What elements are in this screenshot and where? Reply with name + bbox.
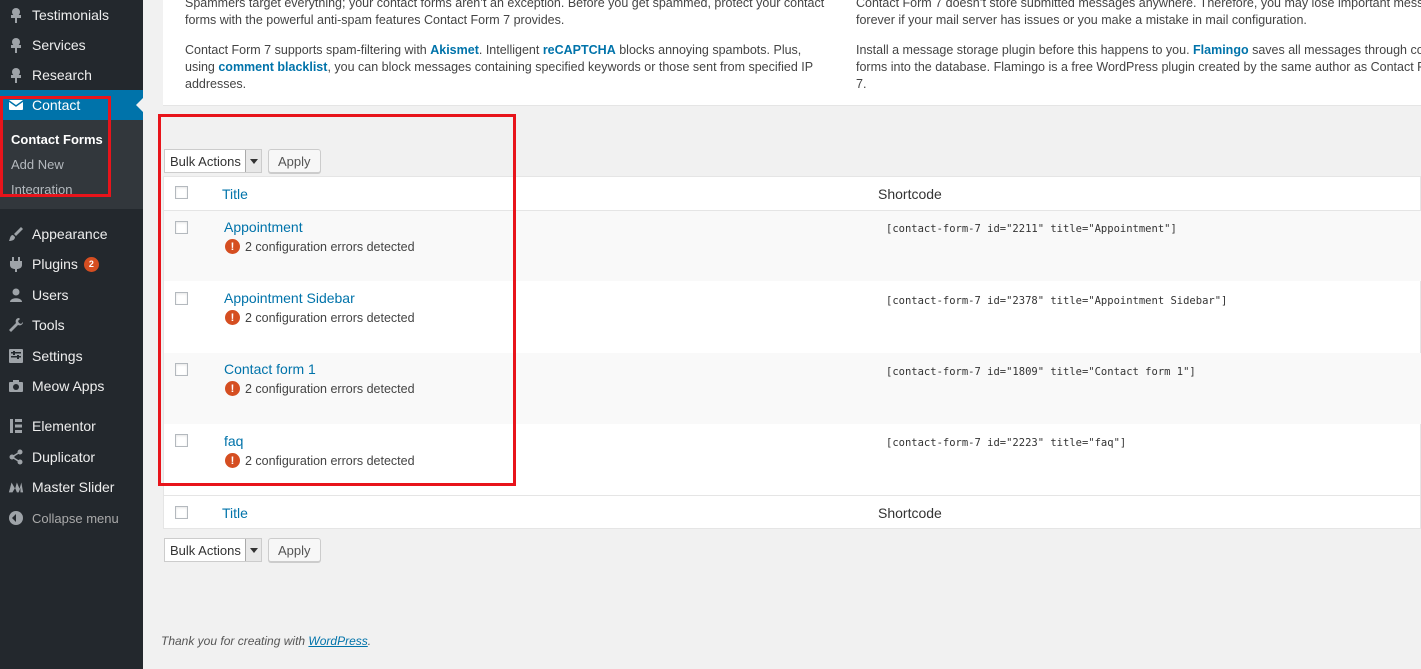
plugins-update-badge: 2 (83, 257, 99, 273)
share-icon (0, 449, 32, 465)
collapse-menu-label: Collapse menu (32, 510, 119, 526)
plugins-label-text: Plugins (32, 255, 78, 272)
comment-blacklist-link[interactable]: comment blacklist (218, 60, 327, 74)
elementor-icon (0, 418, 32, 434)
menu-label-research: Research (32, 67, 92, 83)
table-footer: Title Shortcode (164, 496, 1421, 529)
pin-icon (0, 37, 32, 53)
welcome-storage-p1: Contact Form 7 doesn’t store submitted m… (856, 0, 1421, 27)
column-footer-title[interactable]: Title (222, 505, 248, 521)
admin-footer: Thank you for creating with WordPress. (161, 634, 371, 648)
menu-label-settings: Settings (32, 348, 83, 364)
tablenav-bottom: Bulk Actions Apply (164, 537, 321, 563)
menu-label-testimonials: Testimonials (32, 7, 110, 23)
column-footer-shortcode: Shortcode (878, 505, 942, 521)
welcome-col-antispam: Spammers target everything; your contact… (185, 0, 825, 106)
menu-label-appearance: Appearance (32, 226, 108, 242)
highlight-box-forms-list (158, 114, 516, 486)
apply-button-bottom[interactable]: Apply (268, 538, 321, 562)
shortcode-text: [contact-form-7 id="1809" title="Contact… (886, 366, 1196, 378)
menu-item-testimonials[interactable]: Testimonials (0, 0, 143, 30)
welcome-text: Contact Form 7 supports spam-filtering w… (185, 43, 431, 57)
pin-icon (0, 67, 32, 83)
menu-item-meow-apps[interactable]: Meow Apps (0, 371, 143, 401)
menu-item-duplicator[interactable]: Duplicator (0, 442, 143, 472)
menu-item-appearance[interactable]: Appearance (0, 219, 143, 249)
camera-icon (0, 378, 32, 394)
welcome-antispam-p1: Spammers target everything; your contact… (185, 0, 825, 27)
welcome-text: . Intelligent (478, 43, 543, 57)
recaptcha-link[interactable]: reCAPTCHA (543, 43, 616, 57)
menu-label-services: Services (32, 37, 86, 53)
menu-label-elementor: Elementor (32, 418, 96, 434)
menu-item-plugins[interactable]: Plugins 2 (0, 249, 143, 279)
column-header-shortcode: Shortcode (878, 186, 942, 202)
menu-label-users: Users (32, 287, 69, 303)
menu-item-tools[interactable]: Tools (0, 310, 143, 340)
welcome-storage-p2: Install a message storage plugin before … (856, 42, 1421, 93)
select-all-checkbox-footer[interactable] (175, 506, 188, 519)
chevron-down-icon (245, 539, 261, 561)
pin-icon (0, 7, 32, 23)
user-icon (0, 287, 32, 303)
menu-item-users[interactable]: Users (0, 280, 143, 310)
bulk-actions-select-bottom[interactable]: Bulk Actions (164, 538, 262, 562)
menu-label-master-slider: Master Slider (32, 479, 115, 495)
welcome-col-storage: Contact Form 7 doesn’t store submitted m… (856, 0, 1421, 106)
welcome-antispam-p2: Contact Form 7 supports spam-filtering w… (185, 42, 825, 93)
flamingo-link[interactable]: Flamingo (1193, 43, 1249, 57)
menu-item-settings[interactable]: Settings (0, 341, 143, 371)
menu-label-duplicator: Duplicator (32, 449, 96, 465)
master-slider-icon (0, 479, 32, 495)
footer-text: Thank you for creating with (161, 634, 309, 648)
highlight-box-contact-menu (0, 96, 111, 197)
menu-item-elementor[interactable]: Elementor (0, 411, 143, 441)
menu-item-services[interactable]: Services (0, 30, 143, 60)
plugin-icon (0, 256, 32, 272)
wrench-icon (0, 317, 32, 333)
bulk-actions-label: Bulk Actions (170, 542, 241, 558)
menu-item-master-slider[interactable]: Master Slider (0, 472, 143, 502)
akismet-link[interactable]: Akismet (430, 43, 479, 57)
menu-item-research[interactable]: Research (0, 60, 143, 90)
shortcode-text: [contact-form-7 id="2378" title="Appoint… (886, 295, 1228, 307)
wordpress-link[interactable]: WordPress (308, 634, 367, 648)
paintbrush-icon (0, 226, 32, 242)
menu-label-meow-apps: Meow Apps (32, 378, 105, 394)
welcome-text: Install a message storage plugin before … (856, 43, 1194, 57)
settings-icon (0, 348, 32, 364)
menu-label-plugins: Plugins 2 (32, 256, 99, 273)
menu-label-tools: Tools (32, 317, 65, 333)
shortcode-text: [contact-form-7 id="2223" title="faq"] (886, 437, 1127, 449)
shortcode-text: [contact-form-7 id="2211" title="Appoint… (886, 223, 1177, 235)
welcome-panel: Spammers target everything; your contact… (163, 0, 1421, 106)
footer-text-end: . (367, 634, 372, 648)
collapse-menu-button[interactable]: Collapse menu (0, 503, 143, 533)
collapse-icon (0, 511, 32, 525)
